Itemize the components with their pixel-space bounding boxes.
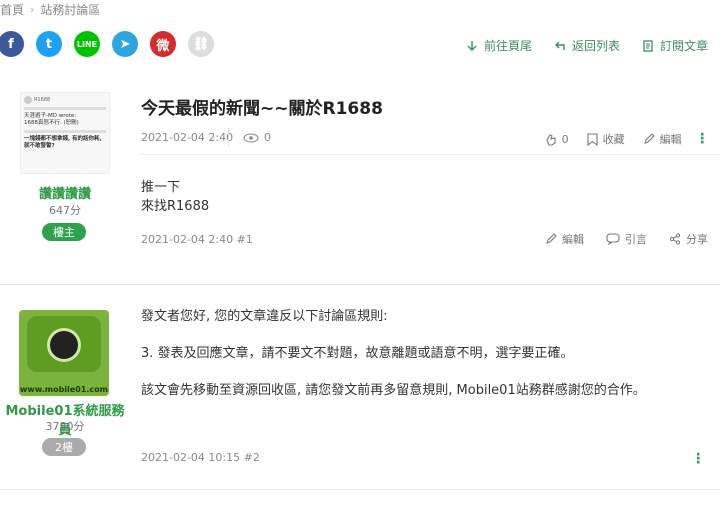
plate-icon (47, 328, 81, 362)
post-line: 來找R1688 (141, 199, 210, 214)
post-body: 發文者您好, 您的文章違反以下討論區規則: 3. 發表及回應文章，請不要文不對題… (141, 307, 646, 418)
weibo-share-icon[interactable]: 微 (150, 31, 176, 57)
post-line: 該文會先移動至資源回收區, 請您發文前再多留意規則, Mobile01站務群感謝… (141, 383, 646, 398)
avatar-quote: 天涯遊子-MD wrote: (24, 113, 77, 119)
post-line: 發文者您好, 您的文章違反以下討論區規則: (141, 309, 388, 324)
breadcrumb: 首頁 › 站務討論區 (0, 1, 100, 18)
post-footer-date: 2021-02-04 10:15 #2 (141, 451, 260, 464)
breadcrumb-home[interactable]: 首頁 (0, 1, 24, 18)
facebook-share-icon[interactable]: f (0, 31, 24, 57)
breadcrumb-separator: › (30, 3, 35, 16)
like-button[interactable]: 0 (544, 133, 569, 146)
thread-actions: 前往頁尾 返回列表 訂閱文章 (466, 37, 708, 54)
avatar[interactable]: www.mobile01.com (19, 310, 109, 396)
subscribe-label: 訂閱文章 (659, 39, 708, 53)
share-label: 分享 (686, 233, 708, 246)
more-options-icon[interactable]: · · · (696, 448, 701, 470)
go-to-bottom-label: 前往頁尾 (483, 39, 532, 53)
line-share-icon[interactable]: LINE (74, 31, 100, 57)
bookmark-icon (587, 132, 598, 146)
post-toolbar: 0 收藏 編輯 · · · (544, 128, 705, 150)
avatar-message: 一塊錢都不想拿錢, 有的話你耗, 就不敢發誓? (24, 136, 102, 149)
author-name[interactable]: 讚讚讚讚 (0, 183, 130, 202)
edit-button[interactable]: 編輯 (643, 131, 682, 147)
page-title: 今天最假的新聞~~關於R1688 (141, 99, 383, 119)
avatar-username: R1688 (34, 97, 51, 103)
go-to-bottom-button[interactable]: 前往頁尾 (466, 37, 532, 54)
post-footer-toolbar: 編輯 引言 分享 (545, 231, 708, 247)
post-2: www.mobile01.com Mobile01系統服務員 3780分 2樓 … (0, 284, 720, 490)
edit-label: 編輯 (659, 133, 682, 146)
post-footer-date: 2021-02-04 2:40 #1 (141, 233, 253, 246)
breadcrumb-current[interactable]: 站務討論區 (40, 1, 100, 18)
telegram-share-icon[interactable]: ➤ (112, 31, 138, 57)
favorite-button[interactable]: 收藏 (587, 131, 625, 147)
post-date: 2021-02-04 2:40 (141, 131, 234, 144)
avatar-user-icon (24, 96, 32, 104)
pencil-icon (643, 133, 655, 144)
subscribe-button[interactable]: 訂閱文章 (642, 37, 708, 54)
like-count: 0 (561, 132, 569, 146)
return-icon (554, 41, 565, 50)
avatar-divider (24, 107, 106, 110)
quote-icon (606, 233, 620, 245)
divider (228, 128, 229, 146)
clap-icon (546, 133, 556, 146)
avatar-header: R1688 (24, 96, 106, 104)
divider (141, 154, 720, 155)
avatar[interactable]: R1688 天涯遊子-MD wrote: 1688真怒不行. (恕刪) 一塊錢都… (20, 92, 110, 174)
document-icon (643, 39, 653, 52)
op-badge: 樓主 (42, 223, 86, 241)
avatar-quote-body: 1688真怒不行. (恕刪) (24, 120, 79, 126)
twitter-share-icon[interactable]: t (36, 31, 62, 57)
mobile01-logo-icon (27, 316, 101, 372)
share-button[interactable]: 分享 (669, 231, 708, 247)
back-to-list-label: 返回列表 (571, 39, 620, 53)
floor-badge: 2樓 (42, 438, 86, 456)
edit-label: 編輯 (562, 233, 584, 246)
pencil-icon (546, 233, 557, 244)
favorite-label: 收藏 (602, 133, 625, 146)
copy-link-icon[interactable]: ⛓ (188, 31, 214, 57)
post-line: 推一下 (141, 180, 181, 195)
view-count-value: 0 (264, 131, 271, 144)
post-line: 3. 發表及回應文章，請不要文不對題，故意離題或語意不明，選字要正確。 (141, 346, 574, 361)
quote-label: 引言 (625, 233, 647, 246)
post-body: 推一下 來找R1688 (141, 178, 209, 216)
quote-button[interactable]: 引言 (606, 231, 647, 247)
back-to-list-button[interactable]: 返回列表 (554, 37, 620, 54)
avatar-url: www.mobile01.com (20, 385, 108, 394)
avatar-divider (24, 130, 106, 133)
arrow-down-icon (467, 40, 477, 51)
edit-button[interactable]: 編輯 (545, 231, 584, 247)
author-score: 3780分 (45, 420, 85, 433)
more-options-icon[interactable]: · · · (700, 128, 705, 150)
author-score: 647分 (49, 204, 81, 217)
share-buttons: f t LINE ➤ 微 ⛓ (0, 31, 214, 57)
share-icon (669, 233, 681, 245)
post-1: R1688 天涯遊子-MD wrote: 1688真怒不行. (恕刪) 一塊錢都… (0, 78, 720, 284)
view-count: 0 (243, 131, 271, 144)
eye-icon (243, 132, 259, 143)
